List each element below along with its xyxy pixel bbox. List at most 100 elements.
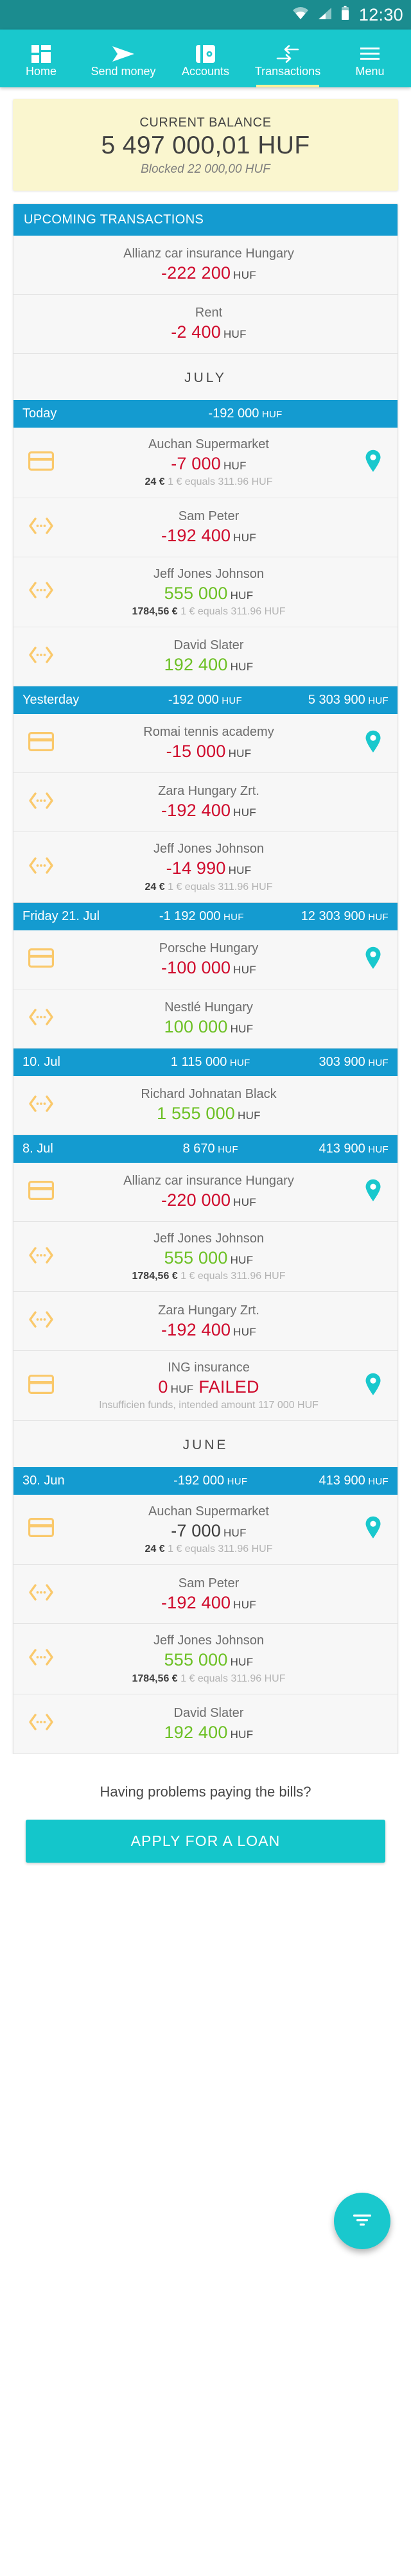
app-root: 12:30 Home Send money Accounts Transacti… — [0, 0, 411, 2576]
current-balance-card[interactable]: CURRENT BALANCE 5 497 000,01 HUF Blocked… — [13, 99, 398, 191]
row-amount-line: -100 000 HUF — [61, 957, 356, 978]
row-currency: HUF — [230, 1656, 254, 1669]
day-sum-currency: HUF — [227, 1057, 250, 1068]
row-body: Romai tennis academy -15 000 HUF — [61, 724, 356, 761]
row-amount: -192 400 — [161, 1592, 231, 1612]
upcoming-row[interactable]: Rent -2 400 HUF — [13, 295, 398, 354]
transaction-row[interactable]: Porsche Hungary -100 000 HUF — [13, 930, 398, 989]
row-amount-line: -220 000 HUF — [61, 1190, 356, 1210]
row-name: David Slater — [173, 1705, 244, 1720]
transaction-row[interactable]: Richard Johnatan Black 1 555 000 HUF — [13, 1075, 398, 1135]
filter-fab-button[interactable] — [334, 2193, 390, 2249]
row-currency: HUF — [228, 864, 252, 877]
row-note: Insufficien funds, intended amount 117 0… — [99, 1399, 319, 1411]
nav-label-send-money: Send money — [91, 65, 156, 78]
transaction-row[interactable]: Sam Peter -192 400 HUF — [13, 1565, 398, 1624]
row-fx-line: 24 € 1 € equals 311.96 HUF — [144, 881, 273, 892]
row-body: Jeff Jones Johnson 555 000 HUF 1784,56 € 1 … — [61, 1231, 356, 1283]
row-amount-line: -14 990 HUF — [61, 858, 356, 878]
month-divider: JUNE — [13, 1420, 398, 1467]
row-fx-amount: 1784,56 € — [132, 1271, 178, 1282]
transaction-row[interactable]: Romai tennis academy -15 000 HUF — [13, 714, 398, 774]
transfer-icon — [28, 1310, 55, 1332]
transaction-row[interactable]: Zara Hungary Zrt. -192 400 HUF — [13, 773, 398, 833]
row-currency: HUF — [233, 531, 257, 544]
row-amount-line: 1 555 000 HUF — [61, 1103, 356, 1124]
row-amount: -192 400 — [161, 1319, 231, 1339]
row-currency: HUF — [233, 1598, 257, 1611]
apply-for-loan-button[interactable]: APPLY FOR A LOAN — [26, 1819, 385, 1863]
nav-item-transactions[interactable]: Transactions — [247, 30, 329, 87]
transaction-row[interactable]: Nestlé Hungary 100 000 HUF — [13, 989, 398, 1049]
transfer-icon — [28, 1095, 55, 1116]
row-pin-slot — [356, 730, 390, 756]
nav-item-home[interactable]: Home — [0, 30, 82, 87]
row-amount-line: 192 400 HUF — [61, 654, 356, 675]
location-pin-icon[interactable] — [365, 1516, 381, 1542]
day-group-header[interactable]: 30. Jun -192 000 HUF 413 900 HUF — [13, 1466, 398, 1495]
upcoming-row[interactable]: Allianz car insurance Hungary -222 200 HU… — [13, 236, 398, 295]
status-bar-time: 12:30 — [358, 4, 403, 24]
day-group-header[interactable]: Today -192 000 HUF — [13, 400, 398, 428]
row-name: Allianz car insurance Hungary — [123, 1174, 294, 1188]
day-group-header[interactable]: Yesterday -192 000 HUF 5 303 900 HUF — [13, 686, 398, 715]
row-amount: -100 000 — [161, 958, 231, 978]
nav-item-send-money[interactable]: Send money — [82, 30, 164, 87]
transaction-row[interactable]: Jeff Jones Johnson 555 000 HUF 1784,56 € 1 … — [13, 1221, 398, 1292]
day-group-header[interactable]: 8. Jul 8 670 HUF 413 900 HUF — [13, 1135, 398, 1163]
transfer-icon — [28, 1583, 55, 1605]
transaction-row[interactable]: Auchan Supermarket -7 000 HUF 24 € 1 € equa… — [13, 1494, 398, 1565]
location-pin-icon[interactable] — [365, 449, 381, 476]
transfer-icon — [28, 1648, 55, 1669]
row-amount: -222 200 — [161, 263, 231, 283]
transaction-row[interactable]: Auchan Supermarket -7 000 HUF 24 € 1 € equa… — [13, 428, 398, 498]
day-group-header[interactable]: 10. Jul 1 115 000 HUF 303 900 HUF — [13, 1048, 398, 1076]
transfer-icon — [28, 1246, 55, 1267]
row-currency: HUF — [223, 460, 247, 472]
transaction-row[interactable]: ING insurance 0 HUF FAILED Insufficien funds… — [13, 1351, 398, 1421]
location-pin-icon[interactable] — [365, 1179, 381, 1205]
row-name: Rent — [195, 306, 223, 320]
row-icon-slot — [21, 451, 61, 474]
row-body: Allianz car insurance Hungary -222 200 HU… — [61, 246, 356, 283]
row-currency: HUF — [230, 661, 254, 674]
status-bar: 12:30 — [0, 0, 411, 30]
row-amount-line: 192 400 HUF — [61, 1722, 356, 1743]
hamburger-menu-icon — [360, 44, 380, 64]
transaction-row[interactable]: Zara Hungary Zrt. -192 400 HUF — [13, 1292, 398, 1352]
row-body: David Slater 192 400 HUF — [61, 638, 356, 675]
row-name: Richard Johnatan Black — [141, 1087, 277, 1102]
transaction-row[interactable]: Jeff Jones Johnson 555 000 HUF 1784,56 € 1 … — [13, 557, 398, 628]
day-label: 10. Jul — [22, 1054, 60, 1069]
transaction-row[interactable]: Sam Peter -192 400 HUF — [13, 498, 398, 557]
row-amount: 192 400 — [164, 655, 228, 675]
row-amount-line: 555 000 HUF — [61, 583, 356, 604]
credit-card-icon — [28, 451, 54, 474]
row-fx-line: 1784,56 € 1 € equals 311.96 HUF — [132, 605, 286, 617]
row-currency: HUF — [233, 806, 257, 819]
row-body: Auchan Supermarket -7 000 HUF 24 € 1 € equa… — [61, 437, 356, 489]
row-body: Jeff Jones Johnson 555 000 HUF 1784,56 € 1 … — [61, 566, 356, 618]
row-currency: HUF — [233, 1196, 257, 1209]
transaction-row[interactable]: David Slater 192 400 HUF — [13, 627, 398, 687]
row-currency: HUF — [223, 328, 247, 341]
transaction-row[interactable]: David Slater 192 400 HUF — [13, 1694, 398, 1754]
month-divider: JULY — [13, 354, 398, 400]
row-icon-slot — [21, 1180, 61, 1203]
dashboard-grid-icon — [31, 44, 51, 64]
transaction-row[interactable]: Jeff Jones Johnson 555 000 HUF 1784,56 € 1 … — [13, 1624, 398, 1694]
row-name: Zara Hungary Zrt. — [158, 784, 259, 799]
transaction-row[interactable]: Allianz car insurance Hungary -220 000 HUF — [13, 1162, 398, 1222]
transaction-row[interactable]: Jeff Jones Johnson -14 990 HUF 24 € 1 € equ… — [13, 832, 398, 903]
day-sum: -192 000 HUF — [168, 693, 242, 708]
day-group-header[interactable]: Friday 21. Jul -1 192 000 HUF 12 303 900 H… — [13, 902, 398, 930]
row-amount-line: 555 000 HUF — [61, 1248, 356, 1268]
nav-item-menu[interactable]: Menu — [329, 30, 411, 87]
location-pin-icon[interactable] — [365, 730, 381, 756]
nav-item-accounts[interactable]: Accounts — [164, 30, 247, 87]
row-amount: -7 000 — [171, 1520, 221, 1540]
credit-card-icon — [28, 1180, 54, 1203]
location-pin-icon[interactable] — [365, 946, 381, 973]
upcoming-transactions-header: UPCOMING TRANSACTIONS — [13, 204, 398, 236]
location-pin-icon[interactable] — [365, 1373, 381, 1399]
